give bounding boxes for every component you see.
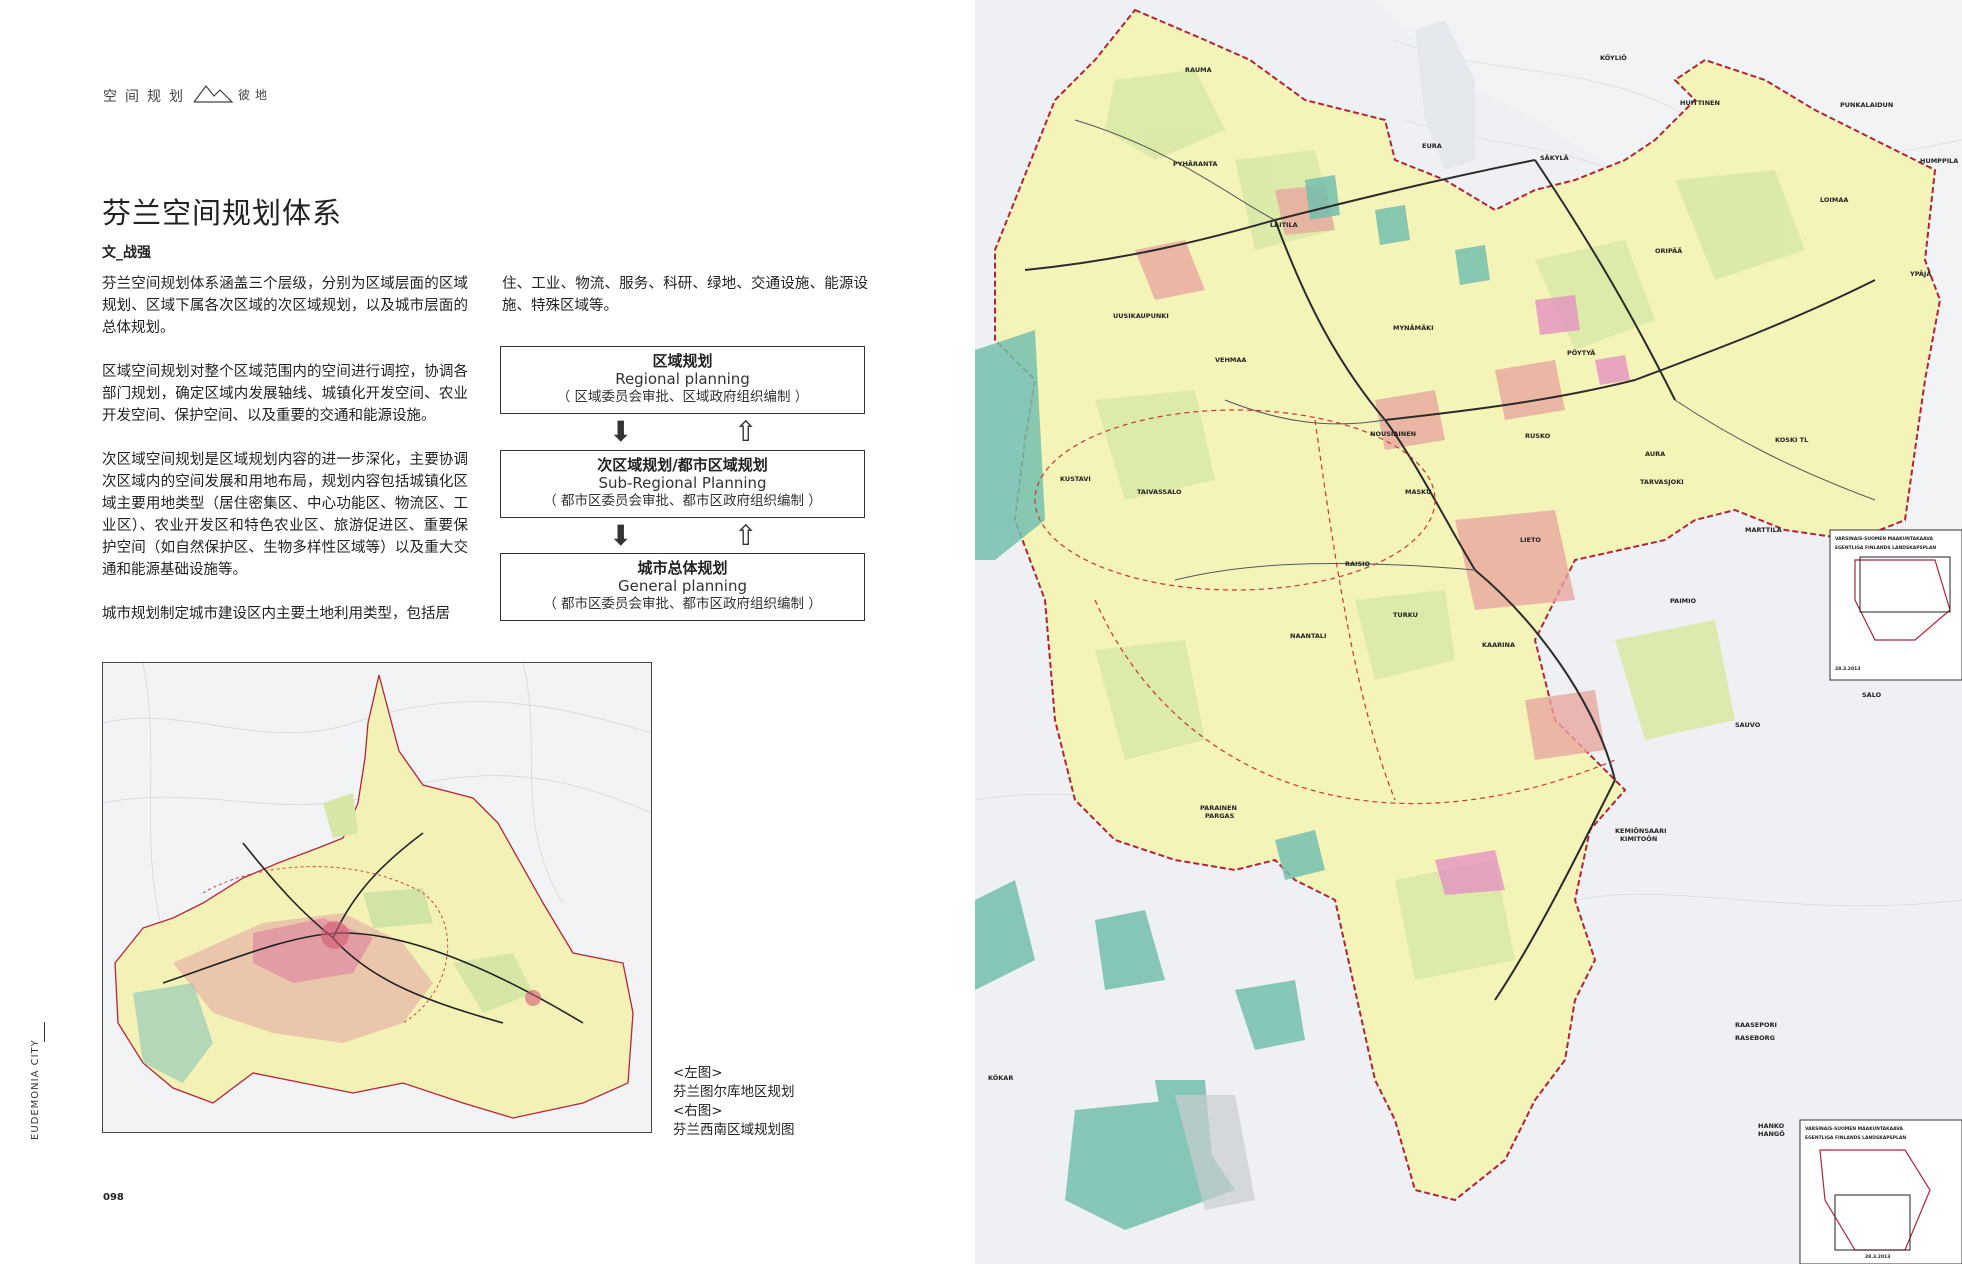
inset-date: 28.3.2013: [1835, 666, 1860, 672]
map-label: KÖKAR: [988, 1073, 1013, 1082]
map-label: KIMITOÖN: [1620, 834, 1657, 843]
regional-planning-box: 区域规划 Regional planning （ 区域委员会审批、区域政府组织编…: [500, 346, 865, 414]
paragraph: 次区域空间规划是区域规划内容的进一步深化，主要协调次区域内的空间发展和用地布局，…: [102, 452, 468, 578]
mountain-logo-icon: [193, 85, 234, 103]
margin-divider: [44, 1022, 45, 1042]
caption-line: <左图>: [673, 1065, 723, 1081]
box-title-cn: 区域规划: [652, 352, 713, 370]
map-label: KOSKI TL: [1775, 436, 1808, 444]
box-title-en: Regional planning: [615, 370, 750, 388]
inset-title: VARSINAIS-SUOMEN MAAKUNTAKAAVA: [1835, 536, 1933, 542]
figure-caption: <左图> 芬兰图尔库地区规划 <右图> 芬兰西南区域规划图: [673, 1064, 795, 1140]
box-approval: （ 区域委员会审批、区域政府组织编制 ）: [556, 389, 809, 405]
map-label: KAARINA: [1482, 641, 1515, 649]
map-label: RUSKO: [1525, 432, 1551, 440]
map-label: LIETO: [1520, 536, 1541, 544]
map-label: RASEBORG: [1735, 1034, 1775, 1042]
map-label: YPÄJÄ: [1909, 269, 1931, 278]
southwest-finland-regional-plan-map: RAUMA KÖYLIÖ EURA SÄKYLÄ HUITTINEN PUNKA…: [975, 0, 1962, 1264]
map-label: MARTTILA: [1745, 526, 1782, 534]
map-label: MYNÄMÄKI: [1393, 323, 1434, 332]
map-label: KÖYLIÖ: [1600, 53, 1627, 62]
page-number: 098: [103, 1192, 124, 1203]
article-title: 芬兰空间规划体系: [102, 196, 343, 230]
paragraph: 住、工业、物流、服务、科研、绿地、交通设施、能源设施、特殊区域等。: [502, 276, 868, 314]
box-title-cn: 次区域规划/都市区域规划: [597, 456, 768, 474]
map-label: AURA: [1645, 450, 1665, 458]
logo-text: 彼地: [238, 88, 273, 102]
paragraph: 城市规划制定城市建设区内主要土地利用类型，包括居: [102, 606, 450, 622]
sub-regional-planning-box: 次区域规划/都市区域规划 Sub-Regional Planning （ 都市区…: [500, 450, 865, 518]
paragraph: 区域空间规划对整个区域范围内的空间进行调控，协调各部门规划，确定区域内发展轴线、…: [102, 364, 468, 424]
map-label: TARVASJOKI: [1640, 478, 1684, 486]
map-label: UUSIKAUPUNKI: [1113, 312, 1169, 320]
map-label: PARGAS: [1205, 812, 1235, 820]
map-label: LOIMAA: [1820, 196, 1848, 204]
paragraph: 芬兰空间规划体系涵盖三个层级，分别为区域层面的区域规划、区域下属各次区域的次区域…: [102, 276, 468, 336]
box-title-en: Sub-Regional Planning: [598, 474, 767, 492]
map-label: SAUVO: [1735, 721, 1761, 729]
map-label: SÄKYLÄ: [1540, 153, 1569, 162]
map-label: MASKU: [1405, 488, 1431, 496]
map-label: RAASEPORI: [1735, 1021, 1777, 1029]
map-label: PÖYTYÄ: [1567, 348, 1595, 357]
map-label: HUITTINEN: [1680, 99, 1720, 107]
map-label: EURA: [1422, 142, 1442, 150]
inset-title-sv: EGENTLIGA FINLANDS LANDSKAPSPLAN: [1835, 545, 1936, 551]
caption-line: 芬兰西南区域规划图: [673, 1122, 795, 1138]
turku-region-plan-map: [102, 662, 652, 1133]
inset-title-sv: EGENTLIGA FINLANDS LANDSKAPSPLAN: [1805, 1135, 1906, 1141]
body-column-left: 芬兰空间规划体系涵盖三个层级，分别为区域层面的区域规划、区域下属各次区域的次区域…: [102, 273, 468, 647]
magazine-title-vertical: EUDEMONIA CITY: [30, 1039, 41, 1140]
map-label: NAANTALI: [1290, 632, 1326, 640]
arrow-down-icon: ⬇: [609, 519, 633, 552]
inset-date: 28.3.2013: [1865, 1254, 1890, 1260]
map-label: RAISIO: [1345, 560, 1371, 568]
map-label: NOUSIAINEN: [1370, 430, 1416, 438]
arrow-down-icon: ⬇: [609, 415, 633, 448]
box-approval: （ 都市区委员会审批、都市区政府组织编制 ）: [543, 493, 822, 509]
map-label: PARAINEN: [1200, 804, 1237, 812]
map-label: HANGÖ: [1758, 1129, 1785, 1138]
map-label: LAITILA: [1270, 221, 1298, 229]
article-author: 文_战强: [102, 245, 151, 261]
box-approval: （ 都市区委员会审批、都市区政府组织编制 ）: [543, 596, 822, 612]
map-label: TURKU: [1393, 611, 1418, 619]
map-label: HANKO: [1758, 1122, 1785, 1130]
map-label: PUNKALAIDUN: [1840, 101, 1893, 109]
box-title-en: General planning: [618, 577, 747, 595]
map-label: TAIVASSALO: [1137, 488, 1182, 496]
map-label: KEMIÖNSAARI: [1615, 826, 1667, 835]
map-label: PYHÄRANTA: [1173, 159, 1217, 168]
caption-line: <右图>: [673, 1103, 723, 1119]
arrow-up-icon: ⇧: [734, 519, 758, 552]
map-label: RAUMA: [1185, 66, 1212, 74]
caption-line: 芬兰图尔库地区规划: [673, 1084, 795, 1100]
box-title-cn: 城市总体规划: [637, 559, 728, 577]
map-label: SALO: [1862, 691, 1882, 699]
map-label: VEHMAA: [1215, 356, 1246, 364]
body-column-right: 住、工业、物流、服务、科研、绿地、交通设施、能源设施、特殊区域等。: [502, 273, 868, 339]
general-planning-box: 城市总体规划 General planning （ 都市区委员会审批、都市区政府…: [500, 553, 865, 621]
arrow-up-icon: ⇧: [734, 415, 758, 448]
map-label: KUSTAVI: [1060, 475, 1091, 483]
map-label: HUMPPILA: [1920, 157, 1958, 165]
map-label: PAIMIO: [1670, 597, 1697, 605]
map-label: ORIPÄÄ: [1655, 246, 1682, 255]
section-label: 空间规划: [103, 89, 191, 105]
inset-title: VARSINAIS-SUOMEN MAAKUNTAKAAVA: [1805, 1126, 1903, 1132]
